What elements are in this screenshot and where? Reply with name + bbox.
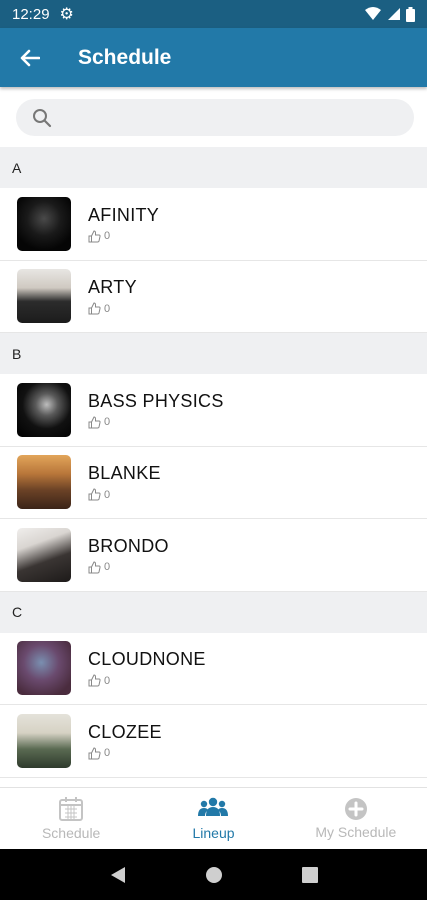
artist-name: BRONDO: [88, 535, 169, 556]
section-header-b: B: [0, 333, 427, 374]
people-icon: [198, 797, 229, 816]
like-count-value: 0: [104, 561, 111, 574]
thumbs-up-icon: [88, 488, 101, 501]
like-count-value: 0: [104, 416, 111, 429]
search-input[interactable]: [62, 109, 392, 126]
artist-thumbnail: [17, 527, 71, 582]
artist-name: AFINITY: [88, 204, 160, 225]
home-circle-icon[interactable]: [205, 866, 223, 884]
list-item[interactable]: [0, 777, 427, 787]
section-header-c: C: [0, 591, 427, 633]
lineup-list[interactable]: A AFINITY 0 ARTY 0 B BASS PHYSICS 0 BLAN…: [0, 147, 427, 787]
like-count[interactable]: 0: [88, 416, 224, 429]
thumbs-up-icon: [88, 747, 101, 760]
like-count[interactable]: 0: [88, 747, 162, 760]
list-item[interactable]: CLOZEE 0: [0, 705, 427, 778]
page-title: Schedule: [78, 45, 172, 69]
nav-schedule[interactable]: Schedule: [0, 788, 142, 849]
thumbs-up-icon: [88, 561, 101, 574]
thumbs-up-icon: [88, 416, 101, 429]
search-icon: [33, 108, 52, 127]
like-count-value: 0: [104, 302, 111, 315]
list-item[interactable]: ARTY 0: [0, 260, 427, 333]
gear-icon: ⚙: [59, 6, 74, 23]
back-button[interactable]: [0, 28, 60, 87]
like-count[interactable]: 0: [88, 561, 169, 574]
like-count-value: 0: [104, 674, 111, 687]
section-letter: A: [12, 159, 22, 176]
plus-circle-icon: [344, 798, 367, 820]
artist-name: ARTY: [88, 277, 137, 298]
back-triangle-icon[interactable]: [110, 866, 126, 884]
search-field[interactable]: [16, 99, 414, 136]
like-count-value: 0: [104, 230, 111, 243]
search-bar-container: [0, 87, 427, 147]
section-header-a: A: [0, 147, 427, 188]
nav-my-schedule[interactable]: My Schedule: [285, 788, 427, 849]
nav-my-schedule-label: My Schedule: [315, 824, 397, 840]
list-item[interactable]: BLANKE 0: [0, 446, 427, 519]
bottom-nav: Schedule Lineup My Schedule: [0, 787, 427, 849]
artist-name: CLOZEE: [88, 721, 162, 742]
artist-thumbnail: [17, 455, 71, 510]
like-count[interactable]: 0: [88, 674, 206, 687]
artist-thumbnail: [17, 713, 71, 768]
status-time: 12:29: [12, 5, 50, 23]
list-item[interactable]: BASS PHYSICS 0: [0, 374, 427, 447]
list-item[interactable]: CLOUDNONE 0: [0, 632, 427, 705]
artist-thumbnail: [17, 641, 71, 696]
artist-thumbnail: [17, 269, 71, 324]
battery-icon: [406, 6, 415, 22]
artist-name: BLANKE: [88, 463, 161, 484]
recents-square-icon[interactable]: [301, 866, 318, 883]
status-icons: [365, 6, 415, 22]
artist-name: CLOUDNONE: [88, 649, 206, 670]
artist-thumbnail: [17, 196, 71, 251]
like-count[interactable]: 0: [88, 302, 137, 315]
calendar-icon: [59, 797, 84, 821]
thumbs-up-icon: [88, 230, 101, 243]
like-count[interactable]: 0: [88, 488, 161, 501]
system-nav-bar: [0, 849, 427, 900]
section-letter: C: [12, 604, 23, 620]
status-bar: 12:29 ⚙: [0, 0, 427, 28]
nav-lineup[interactable]: Lineup: [142, 788, 284, 849]
artist-name: BASS PHYSICS: [88, 390, 224, 411]
like-count[interactable]: 0: [88, 230, 159, 243]
like-count-value: 0: [104, 488, 111, 501]
nav-schedule-label: Schedule: [41, 825, 101, 841]
artist-thumbnail: [17, 382, 71, 437]
app-bar: Schedule: [0, 28, 427, 87]
thumbs-up-icon: [88, 302, 101, 315]
signal-icon: [388, 8, 400, 20]
thumbs-up-icon: [88, 674, 101, 687]
wifi-icon: [365, 7, 381, 20]
section-letter: B: [12, 345, 22, 362]
arrow-left-icon: [20, 49, 40, 66]
list-item[interactable]: BRONDO 0: [0, 519, 427, 592]
list-item[interactable]: AFINITY 0: [0, 188, 427, 261]
like-count-value: 0: [104, 747, 111, 760]
nav-lineup-label: Lineup: [192, 825, 235, 841]
